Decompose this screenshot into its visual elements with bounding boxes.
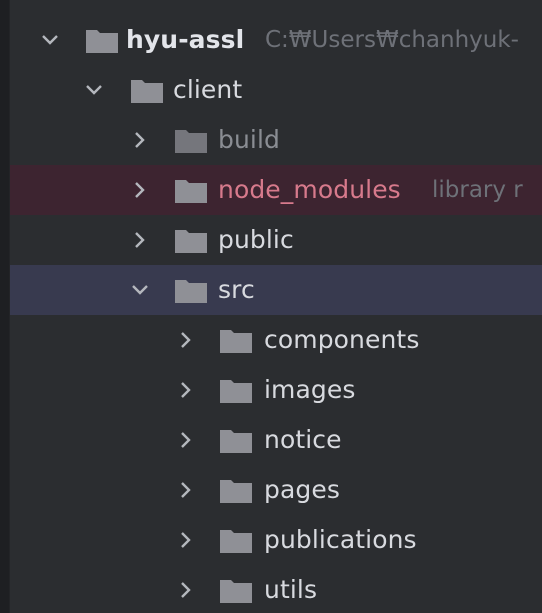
chevron-right-icon[interactable] (174, 578, 198, 602)
tree-node-label: client (173, 75, 243, 104)
tree-node-images[interactable]: images (10, 365, 542, 415)
tree-node-pages[interactable]: pages (10, 465, 542, 515)
tree-node-node-modules[interactable]: node_modules library r (10, 165, 542, 215)
chevron-right-icon[interactable] (174, 328, 198, 352)
chevron-right-icon[interactable] (174, 378, 198, 402)
tree-node-utils[interactable]: utils (10, 565, 542, 613)
path-hint: C:₩Users₩chanhyuk- (265, 27, 519, 53)
tree-node-label: build (218, 125, 280, 154)
tree-node-components[interactable]: components (10, 315, 542, 365)
folder-icon (220, 529, 252, 553)
chevron-down-icon[interactable] (38, 28, 62, 52)
tree-node-label: utils (264, 575, 318, 604)
folder-icon (175, 179, 207, 203)
chevron-down-icon[interactable] (128, 278, 152, 302)
folder-icon (220, 579, 252, 603)
folder-icon (175, 229, 207, 253)
tree-node-label: src (218, 275, 255, 304)
project-tree: hyu-assl C:₩Users₩chanhyuk- client build (10, 15, 542, 613)
tree-node-public[interactable]: public (10, 215, 542, 265)
folder-icon (220, 429, 252, 453)
folder-icon (220, 329, 252, 353)
tree-node-label: images (264, 375, 356, 404)
chevron-right-icon[interactable] (128, 228, 152, 252)
chevron-down-icon[interactable] (82, 78, 106, 102)
chevron-right-icon[interactable] (174, 478, 198, 502)
tree-node-client[interactable]: client (10, 65, 542, 115)
tree-node-label: components (264, 325, 420, 354)
tree-node-label: hyu-assl (126, 25, 245, 54)
tree-node-src[interactable]: src (10, 265, 542, 315)
tree-node-publications[interactable]: publications (10, 515, 542, 565)
panel-left-edge (0, 0, 10, 613)
chevron-right-icon[interactable] (128, 178, 152, 202)
tree-node-label: notice (264, 425, 342, 454)
folder-icon (131, 79, 163, 103)
tree-node-hyu-assl[interactable]: hyu-assl C:₩Users₩chanhyuk- (10, 15, 542, 65)
tree-node-label: publications (264, 525, 417, 554)
tree-node-label: public (218, 225, 294, 254)
chevron-right-icon[interactable] (174, 528, 198, 552)
tree-node-label: pages (264, 475, 340, 504)
folder-icon (86, 29, 118, 53)
tree-node-build[interactable]: build (10, 115, 542, 165)
chevron-right-icon[interactable] (128, 128, 152, 152)
folder-icon (175, 279, 207, 303)
project-tree-panel: hyu-assl C:₩Users₩chanhyuk- client build (0, 0, 542, 613)
tree-node-notice[interactable]: notice (10, 415, 542, 465)
tree-node-label: node_modules (218, 175, 401, 204)
folder-icon (220, 479, 252, 503)
library-root-hint: library r (432, 177, 523, 203)
folder-icon (220, 379, 252, 403)
chevron-right-icon[interactable] (174, 428, 198, 452)
folder-icon (175, 129, 207, 153)
